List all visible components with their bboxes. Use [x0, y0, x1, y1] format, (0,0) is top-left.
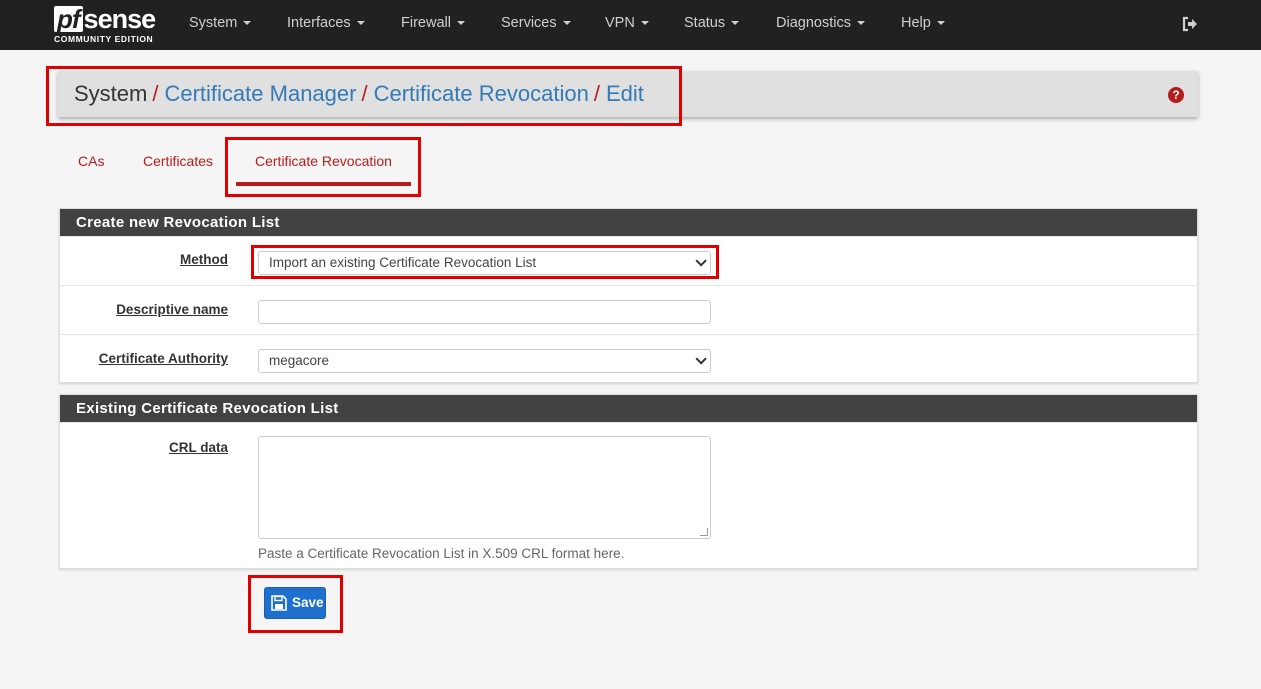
top-navbar: pf sense COMMUNITY EDITION System Interfa…: [0, 0, 1261, 50]
caret-down-icon: [856, 21, 865, 26]
nav-status-label: Status: [684, 15, 726, 31]
sign-out-icon[interactable]: [1181, 15, 1199, 33]
nav-diagnostics-label: Diagnostics: [776, 15, 851, 31]
nav-system[interactable]: System: [189, 0, 252, 50]
logo-subtitle: COMMUNITY EDITION: [54, 34, 154, 44]
question-circle-icon[interactable]: ?: [1168, 87, 1184, 103]
crl-data-row: CRL data Paste a Certificate Revocation …: [60, 422, 1197, 569]
nav-interfaces[interactable]: Interfaces: [287, 0, 365, 50]
caret-down-icon: [243, 21, 252, 26]
nav-vpn-label: VPN: [605, 15, 635, 31]
descriptive-name-input[interactable]: [258, 300, 711, 324]
nav-services-label: Services: [501, 15, 557, 31]
crl-data-label: CRL data: [168, 440, 228, 455]
highlight-active-tab: [225, 137, 421, 197]
panel-title: Create new Revocation List: [60, 209, 1197, 236]
nav-help-label: Help: [901, 15, 931, 31]
caret-down-icon: [562, 21, 571, 26]
caret-down-icon: [456, 21, 465, 26]
highlight-breadcrumb: [46, 66, 682, 126]
tab-certificates[interactable]: Certificates: [143, 153, 213, 169]
pfsense-logo[interactable]: pf sense COMMUNITY EDITION: [54, 4, 164, 46]
create-revocation-panel: Create new Revocation List Method Import…: [59, 208, 1198, 383]
nav-help[interactable]: Help: [901, 0, 945, 50]
panel-title: Existing Certificate Revocation List: [60, 395, 1197, 422]
certificate-authority-row: Certificate Authority megacore: [60, 334, 1197, 383]
caret-down-icon: [731, 21, 740, 26]
highlight-method-select: [251, 245, 719, 279]
nav-status[interactable]: Status: [684, 0, 740, 50]
caret-down-icon: [640, 21, 649, 26]
nav-firewall-label: Firewall: [401, 15, 451, 31]
crl-data-textarea[interactable]: [258, 436, 711, 539]
certificate-authority-value: megacore: [269, 353, 330, 368]
logo-sense: sense: [83, 4, 157, 34]
highlight-save-button: [248, 575, 343, 633]
nav-interfaces-label: Interfaces: [287, 15, 351, 31]
method-label: Method: [180, 252, 228, 267]
nav-system-label: System: [189, 15, 238, 31]
nav-firewall[interactable]: Firewall: [401, 0, 465, 50]
descriptive-name-label: Descriptive name: [116, 302, 228, 317]
logo-pf: pf: [54, 6, 83, 32]
chevron-down-icon: [695, 353, 707, 365]
resize-grip-icon[interactable]: [700, 528, 708, 536]
existing-crl-panel: Existing Certificate Revocation List CRL…: [59, 394, 1198, 569]
certificate-authority-select[interactable]: megacore: [258, 349, 711, 373]
caret-down-icon: [356, 21, 365, 26]
caret-down-icon: [936, 21, 945, 26]
descriptive-name-row: Descriptive name: [60, 285, 1197, 334]
tab-cas[interactable]: CAs: [78, 153, 104, 169]
nav-vpn[interactable]: VPN: [605, 0, 649, 50]
certificate-authority-label: Certificate Authority: [98, 351, 228, 366]
nav-diagnostics[interactable]: Diagnostics: [776, 0, 865, 50]
crl-data-help: Paste a Certificate Revocation List in X…: [258, 546, 625, 561]
nav-services[interactable]: Services: [501, 0, 571, 50]
